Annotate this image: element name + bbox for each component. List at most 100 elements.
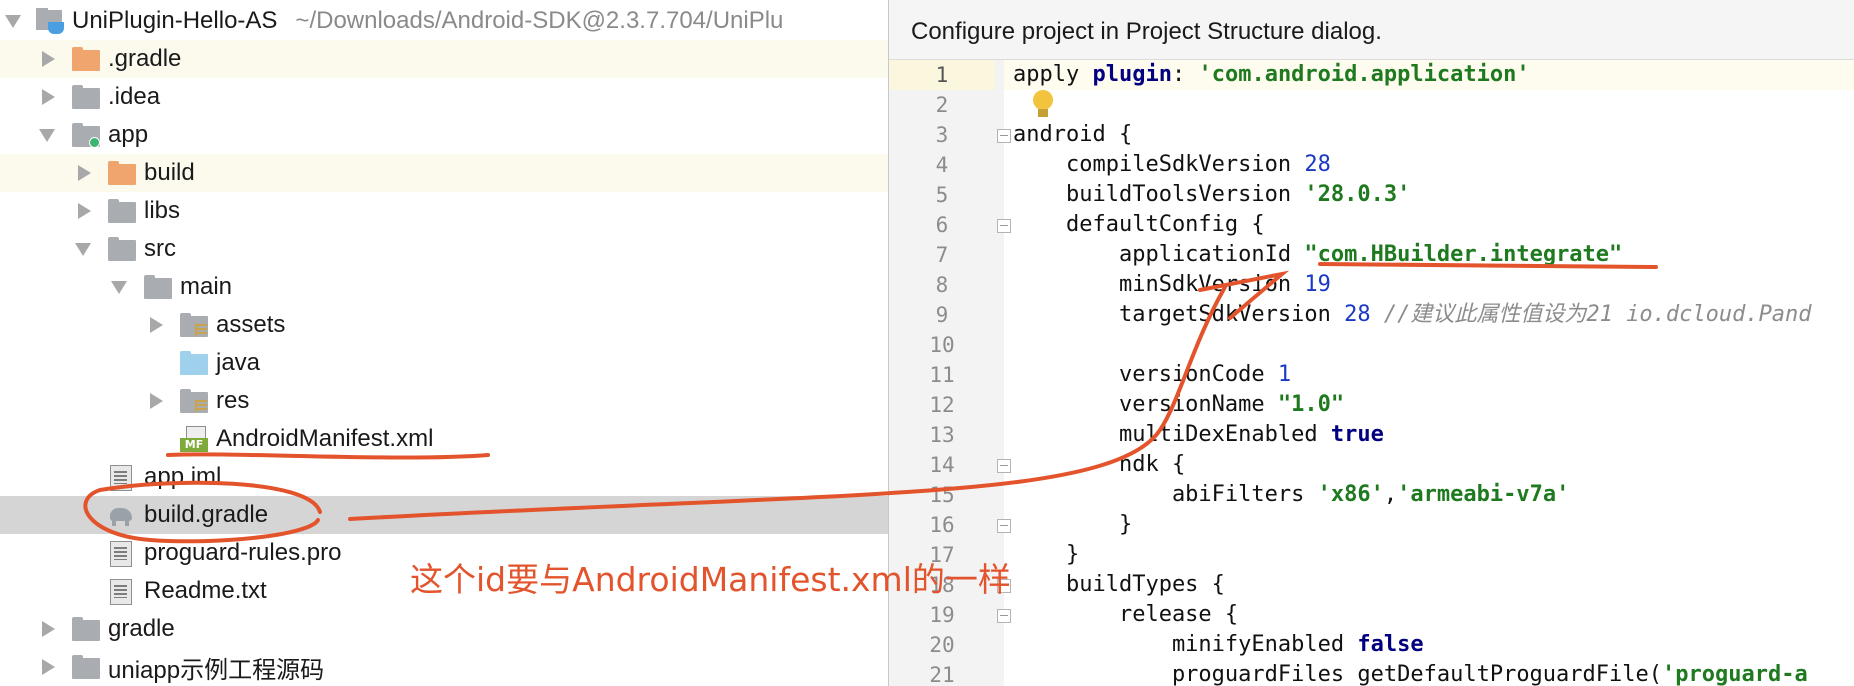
tree-row-root[interactable]: UniPlugin-Hello-AS ~/Downloads/Android-SD… [0, 2, 888, 40]
fold-marker-icon[interactable] [997, 129, 1011, 143]
code-line[interactable]: versionName "1.0" [1013, 390, 1854, 420]
code-token: android { [1013, 122, 1133, 147]
line-number: 13 [929, 423, 955, 447]
fold-marker-icon[interactable] [997, 609, 1011, 623]
tree-row-main[interactable]: main [0, 268, 888, 306]
code-token: buildToolsVersion [1013, 182, 1305, 207]
code-token: release { [1013, 602, 1239, 627]
project-structure-banner[interactable]: Configure project in Project Structure d… [889, 0, 1854, 60]
tree-row-idea[interactable]: .idea [0, 78, 888, 116]
code-token: false [1357, 632, 1424, 657]
lightbulb-icon[interactable] [1031, 90, 1055, 120]
code-line[interactable]: multiDexEnabled true [1013, 420, 1854, 450]
expand-arrow-icon[interactable] [146, 314, 168, 336]
expand-arrow-icon[interactable] [2, 10, 24, 32]
code-line[interactable]: compileSdkVersion 28 [1013, 150, 1854, 180]
tree-item-label: Readme.txt [144, 577, 267, 604]
code-line[interactable]: buildTypes { [1013, 570, 1854, 600]
fold-marker-icon[interactable] [997, 459, 1011, 473]
code-line[interactable]: android { [1013, 120, 1854, 150]
code-token: } [1013, 542, 1080, 567]
code-line[interactable]: proguardFiles getDefaultProguardFile('pr… [1013, 660, 1854, 686]
line-number: 14 [929, 453, 955, 477]
expand-arrow-icon[interactable] [36, 124, 58, 146]
code-line[interactable]: ndk { [1013, 450, 1854, 480]
expand-arrow-icon[interactable] [146, 390, 168, 412]
code-line[interactable]: } [1013, 510, 1854, 540]
code-token: compileSdkVersion [1013, 152, 1305, 177]
tree-item-label: java [216, 349, 261, 376]
line-number: 16 [929, 513, 955, 537]
code-line[interactable]: } [1013, 540, 1854, 570]
tree-item-label: proguard-rules.pro [144, 539, 342, 566]
tree-row-build-gradle[interactable]: build.gradle [0, 496, 888, 534]
code-line[interactable]: minifyEnabled false [1013, 630, 1854, 660]
tree-item-label: .idea [108, 83, 161, 110]
code-token: applicationId [1013, 242, 1305, 267]
expand-arrow-icon[interactable] [72, 238, 94, 260]
code-line[interactable]: release { [1013, 600, 1854, 630]
line-number: 7 [935, 243, 949, 267]
folder-icon [108, 161, 136, 185]
tree-row-uniapp-sample[interactable]: uniapp示例工程源码 [0, 648, 888, 686]
expand-arrow-icon[interactable] [38, 618, 60, 640]
line-number: 6 [935, 213, 949, 237]
code-line[interactable]: targetSdkVersion 28 //建议此属性值设为21 io.dclo… [1013, 300, 1854, 330]
code-token: 28 [1344, 302, 1371, 327]
expand-arrow-icon[interactable] [38, 86, 60, 108]
code-token: multiDexEnabled [1013, 422, 1331, 447]
code-token: proguardFiles getDefaultProguardFile( [1013, 662, 1663, 686]
tree-row-build[interactable]: build [0, 154, 888, 192]
tree-item-label: uniapp示例工程源码 [108, 656, 325, 684]
code-token: 'com.android.application' [1198, 62, 1530, 87]
text-file-icon [110, 541, 132, 567]
tree-row-app-iml[interactable]: app.iml [0, 458, 888, 496]
line-number: 11 [929, 363, 955, 387]
code-line[interactable]: abiFilters 'x86','armeabi-v7a' [1013, 480, 1854, 510]
expand-arrow-icon[interactable] [74, 200, 96, 222]
tree-item-label: build [144, 159, 195, 186]
line-number: 9 [935, 303, 949, 327]
code-token: ndk { [1013, 452, 1186, 477]
tree-row-res[interactable]: res [0, 382, 888, 420]
code-editor[interactable]: Configure project in Project Structure d… [888, 0, 1854, 686]
code-line[interactable]: minSdkVersion 19 [1013, 270, 1854, 300]
code-token: versionCode [1013, 362, 1278, 387]
expand-arrow-icon[interactable] [38, 48, 60, 70]
tree-row-gradle[interactable]: gradle [0, 610, 888, 648]
code-token: 'armeabi-v7a' [1397, 482, 1570, 507]
fold-marker-icon[interactable] [997, 519, 1011, 533]
tree-row-gradle-dir[interactable]: .gradle [0, 40, 888, 78]
code-token: abiFilters [1013, 482, 1318, 507]
expand-arrow-icon[interactable] [38, 656, 60, 678]
line-number: 20 [929, 633, 955, 657]
gradle-elephant-icon [106, 504, 136, 526]
tree-row-java[interactable]: java [0, 344, 888, 382]
tree-row-assets[interactable]: assets [0, 306, 888, 344]
tree-item-label: main [180, 273, 233, 300]
code-token: defaultConfig { [1013, 212, 1265, 237]
tree-item-label: gradle [108, 615, 175, 642]
tree-row-app[interactable]: app [0, 116, 888, 154]
code-line[interactable]: apply plugin: 'com.android.application' [1004, 60, 1854, 90]
line-number: 15 [929, 483, 955, 507]
code-line[interactable]: versionCode 1 [1013, 360, 1854, 390]
text-file-icon [110, 579, 132, 605]
fold-marker-icon[interactable] [997, 219, 1011, 233]
tree-item-label: src [144, 235, 176, 262]
line-number: 3 [935, 123, 949, 147]
code-line[interactable]: buildToolsVersion '28.0.3' [1013, 180, 1854, 210]
tree-row-libs[interactable]: libs [0, 192, 888, 230]
code-token: 'proguard-a [1662, 662, 1808, 686]
expand-arrow-icon[interactable] [108, 276, 130, 298]
tree-row-android-manifest[interactable]: MF AndroidManifest.xml [0, 420, 888, 458]
tree-row-src[interactable]: src [0, 230, 888, 268]
code-line[interactable]: applicationId "com.HBuilder.integrate" [1013, 240, 1854, 270]
code-token: //建议此属性值设为21 io.dcloud.Pand [1370, 302, 1812, 327]
code-token: } [1013, 512, 1133, 537]
expand-arrow-icon[interactable] [74, 162, 96, 184]
line-number: 1 [889, 60, 995, 90]
folder-icon [108, 199, 136, 223]
code-token: plugin [1092, 62, 1172, 87]
code-line[interactable]: defaultConfig { [1013, 210, 1854, 240]
